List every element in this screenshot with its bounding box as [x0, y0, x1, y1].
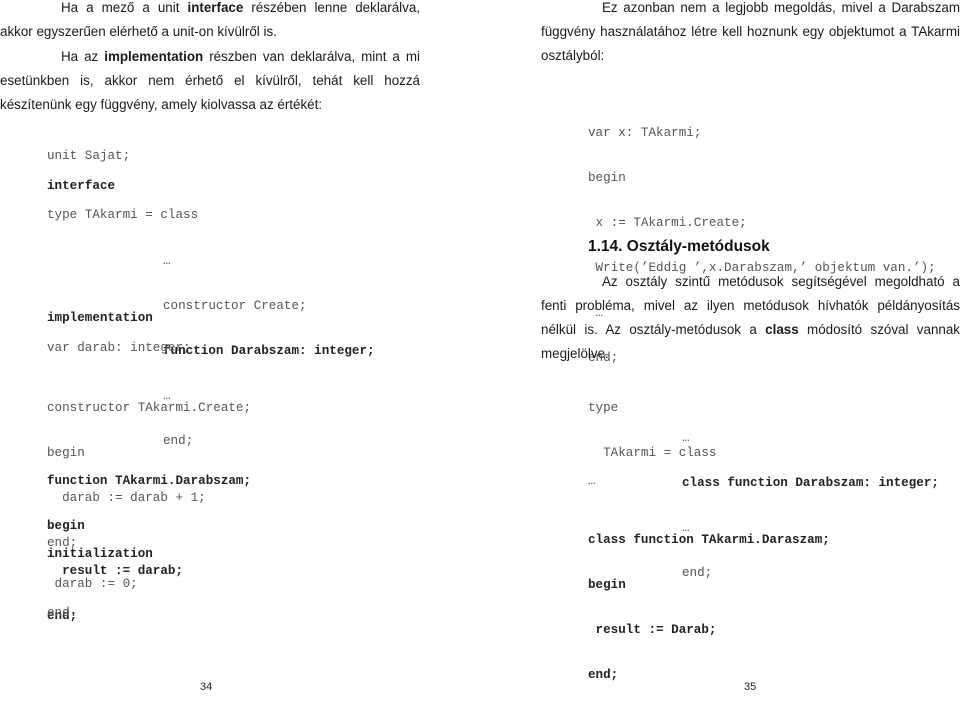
class-function-decl: class function Darabszam: integer;: [682, 476, 939, 490]
code-interface-keyword: interface: [47, 179, 115, 194]
code-var-line: var darab: integer;: [47, 341, 191, 355]
keyword: initialization: [47, 547, 153, 561]
page-number: 34: [200, 681, 213, 693]
code-ellipsis: …: [588, 474, 596, 488]
bold-keyword: class: [765, 322, 799, 337]
keyword: implementation: [47, 311, 153, 325]
function-decl: function Darabszam: integer;: [163, 344, 375, 358]
left-paragraph-2: Ha az implementation részben van deklará…: [0, 45, 420, 117]
impl-end: end;: [588, 668, 619, 682]
code-implementation-keyword: implementation: [47, 311, 153, 326]
code-unit-end: end.: [47, 606, 78, 620]
var-line: var x: TAkarmi;: [588, 126, 702, 140]
code-type-line: type TAkarmi = class: [47, 208, 199, 222]
left-paragraph-1: Ha a mező a unit interface részében lenn…: [0, 0, 420, 44]
code-initialization-keyword: initialization: [47, 547, 153, 562]
left-page: Ha a mező a unit interface részében lenn…: [0, 0, 420, 693]
func-end: end;: [47, 609, 78, 623]
create-line: x := TAkarmi.Create;: [588, 216, 747, 230]
code-ellipsis: …: [588, 577, 596, 591]
code-init-body: darab := 0;: [47, 577, 138, 591]
bold-keyword: interface: [187, 0, 244, 15]
right-paragraph-1: Ez azonban nem a legjobb megoldás, mivel…: [541, 0, 960, 63]
code-unit-line: unit Sajat;: [47, 149, 131, 163]
func-header: function TAkarmi.Darabszam;: [47, 474, 252, 488]
constructor-decl: constructor Create;: [163, 299, 307, 313]
code-class-function-impl: class function TAkarmi.Daraszam; begin r…: [588, 503, 830, 713]
impl-body: result := Darab;: [588, 623, 717, 637]
ellipsis: …: [163, 254, 171, 268]
impl-begin: begin: [588, 578, 626, 592]
section-heading: 1.14. Osztály-metódusok: [588, 238, 770, 255]
text: Ha a mező a unit: [61, 0, 188, 15]
impl-header: class function TAkarmi.Daraszam;: [588, 533, 830, 547]
func-begin: begin: [47, 519, 85, 533]
page-number: 35: [744, 681, 757, 693]
begin-line: begin: [588, 171, 626, 185]
bold-keyword: implementation: [104, 49, 204, 64]
ellipsis: …: [682, 431, 690, 445]
right-page: Ez azonban nem a legjobb megoldás, mivel…: [541, 0, 960, 693]
code-ellipsis: …: [47, 518, 55, 532]
right-paragraph-2: Az osztály szintű metódusok segítségével…: [541, 270, 960, 366]
keyword: interface: [47, 179, 116, 193]
text: Ha az: [61, 49, 105, 64]
ctor-header: constructor TAkarmi.Create;: [47, 401, 252, 415]
